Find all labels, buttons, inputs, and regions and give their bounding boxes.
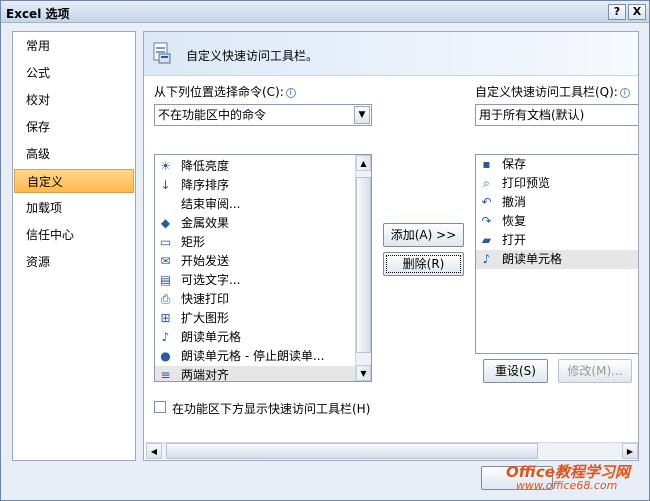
speak-stop-icon: ● [160, 349, 171, 363]
alt-text-icon: ▤ [159, 273, 172, 287]
nav-item[interactable]: 加载项 [14, 196, 134, 220]
info-icon: i [619, 87, 630, 98]
available-commands-list[interactable]: ☀ 降低亮度 ↓ 降序排序结束审阅... ◆ 金属效果 ▭ 矩形 ✉ 开始发送 ▤ 可选文字... ⎙ 快… [154, 154, 372, 382]
help-button[interactable]: ? [608, 4, 626, 20]
speak-cells-icon: ♪ [161, 330, 170, 344]
list-item-label: 降序排序 [181, 178, 230, 192]
panel-horizontal-scrollbar[interactable]: ◀ ▶ [146, 442, 638, 459]
scroll-left-icon[interactable]: ◀ [146, 443, 162, 459]
panel-heading: 自定义快速访问工具栏。 [186, 49, 319, 63]
options-dialog: Excel 选项 ? X 常用 公式 校对 保存 高级 自定义 加载项 信任中心 资源 自定义快… [0, 0, 650, 501]
list-item-label: 扩大图形 [181, 311, 230, 325]
modify-button[interactable]: 修改(M)... [558, 359, 632, 383]
toolbar-scope-label: 自定义快速访问工具栏(Q): i [475, 83, 630, 100]
quick-print-icon: ⎙ [160, 292, 171, 306]
list-item[interactable]: ▤ 可选文字... [155, 271, 355, 290]
list-item[interactable]: 结束审阅... [155, 195, 355, 214]
list-item-label: 恢复 [502, 214, 527, 228]
list-item[interactable]: ● 朗读单元格 - 停止朗读单... [155, 347, 355, 366]
nav-item[interactable]: 常用 [14, 34, 134, 58]
brightness-down-icon: ☀ [160, 159, 171, 173]
list-item[interactable]: ♪ 朗读单元格 [155, 328, 355, 347]
list-item-label: 降低亮度 [181, 159, 230, 173]
rectangle-icon: ▭ [159, 235, 172, 249]
speak-cells-icon: ♪ [482, 252, 491, 266]
nav-item[interactable]: 资源 [14, 250, 134, 274]
title-bar: Excel 选项 ? X [1, 1, 649, 23]
list-item[interactable]: ⊞ 扩大图形 [155, 309, 355, 328]
commands-scrollbar[interactable]: ▲ ▼ [355, 155, 371, 381]
choose-commands-label: 从下列位置选择命令(C): i [154, 83, 296, 100]
list-item[interactable]: ✉ 开始发送 [155, 252, 355, 271]
send-icon: ✉ [160, 254, 171, 268]
scroll-right-icon[interactable]: ▶ [622, 443, 638, 459]
nav-item[interactable]: 公式 [14, 61, 134, 85]
add-button[interactable]: 添加(A) >> [383, 223, 464, 247]
list-item-label: 保存 [502, 157, 527, 171]
list-item[interactable]: ⎙ 快速打印 [155, 290, 355, 309]
remove-button[interactable]: 删除(R) [383, 252, 464, 276]
list-item[interactable]: ⌕ 打印预览 [476, 174, 638, 193]
scroll-down-icon[interactable]: ▼ [356, 365, 371, 381]
open-folder-icon: ▰ [481, 233, 492, 247]
list-item[interactable]: ↓ 降序排序 [155, 176, 355, 195]
close-button[interactable]: X [628, 4, 646, 20]
dialog-title: Excel 选项 [6, 7, 70, 21]
list-item-label: 打印预览 [502, 176, 551, 190]
enlarge-icon: ⊞ [160, 311, 171, 325]
list-item-label: 打开 [502, 233, 527, 247]
list-item[interactable]: ↶ 撤消 [476, 193, 638, 212]
nav-item[interactable]: 高级 [14, 142, 134, 166]
metal-effect-icon: ◆ [160, 216, 171, 230]
nav-item[interactable]: 自定义 [14, 169, 134, 193]
info-icon: i [285, 87, 296, 98]
category-nav: 常用公式校对保存高级自定义加载项信任中心资源 [12, 31, 136, 461]
justify-icon: ≡ [160, 368, 171, 382]
print-preview-icon: ⌕ [483, 176, 490, 190]
watermark-url: www.office68.com [516, 479, 618, 492]
list-item-label: 可选文字... [181, 273, 241, 287]
list-item[interactable]: ↷ 恢复 [476, 212, 638, 231]
toolbar-customize-icon [153, 42, 171, 64]
list-item-label: 朗读单元格 - 停止朗读单... [181, 349, 325, 363]
list-item-label: 结束审阅... [181, 197, 241, 211]
panel-banner: 自定义快速访问工具栏。 [144, 32, 638, 76]
list-item[interactable]: ▪ 保存 [476, 155, 638, 174]
list-item-label: 两端对齐 [181, 368, 230, 382]
customize-panel: 自定义快速访问工具栏。 从下列位置选择命令(C): i 不在功能区中的命令 ▼ 自… [143, 31, 639, 461]
chevron-down-icon[interactable]: ▼ [354, 106, 370, 124]
list-item[interactable]: ♪ 朗读单元格 [476, 250, 638, 269]
list-item[interactable]: ☀ 降低亮度 [155, 157, 355, 176]
choose-commands-select[interactable]: 不在功能区中的命令 ▼ [154, 104, 372, 126]
undo-icon: ↶ [481, 195, 492, 209]
toolbar-scope-select[interactable]: 用于所有文档(默认) [475, 104, 638, 126]
list-item-label: 金属效果 [181, 216, 230, 230]
list-item[interactable]: ≡ 两端对齐 [155, 366, 355, 382]
list-item[interactable]: ▭ 矩形 [155, 233, 355, 252]
scroll-up-icon[interactable]: ▲ [356, 155, 371, 171]
list-item[interactable]: ◆ 金属效果 [155, 214, 355, 233]
save-icon: ▪ [482, 157, 491, 171]
show-below-ribbon-label: 在功能区下方显示快速访问工具栏(H) [172, 402, 371, 416]
scroll-thumb[interactable] [356, 177, 371, 353]
nav-item[interactable]: 保存 [14, 115, 134, 139]
list-item-label: 撤消 [502, 195, 527, 209]
list-item-label: 快速打印 [181, 292, 230, 306]
nav-item[interactable]: 信任中心 [14, 223, 134, 247]
sort-desc-icon: ↓ [160, 178, 171, 192]
redo-icon: ↷ [481, 214, 492, 228]
list-item-label: 朗读单元格 [181, 330, 242, 344]
show-below-ribbon-checkbox[interactable] [154, 401, 166, 413]
none [158, 197, 173, 212]
reset-button[interactable]: 重设(S) [483, 359, 548, 383]
list-item[interactable]: ▰ 打开 [476, 231, 638, 250]
list-item-label: 矩形 [181, 235, 206, 249]
horizontal-scroll-thumb[interactable] [166, 443, 538, 459]
nav-item[interactable]: 校对 [14, 88, 134, 112]
list-item-label: 朗读单元格 [502, 252, 563, 266]
toolbar-items-list[interactable]: ▪ 保存 ⌕ 打印预览 ↶ 撤消 ↷ 恢复 ▰ 打开 ♪ 朗读单元格 [475, 154, 638, 354]
list-item-label: 开始发送 [181, 254, 230, 268]
